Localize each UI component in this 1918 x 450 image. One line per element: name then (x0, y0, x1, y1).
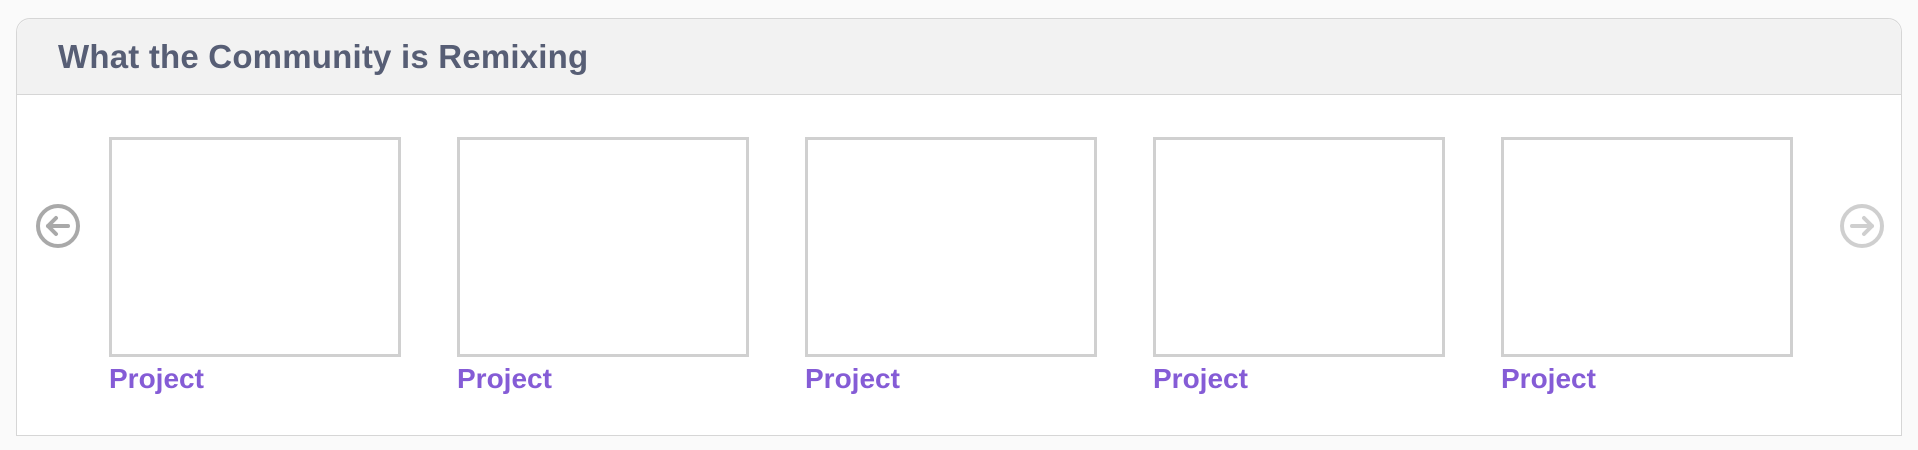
project-title-link[interactable]: Project (457, 363, 552, 395)
project-title-link[interactable]: Project (109, 363, 204, 395)
project-thumbnail[interactable] (1501, 137, 1793, 357)
carousel-next-button[interactable] (1839, 203, 1885, 249)
project-thumbnail[interactable] (109, 137, 401, 357)
project-title-link[interactable]: Project (805, 363, 900, 395)
project-tile[interactable]: Project (109, 137, 401, 395)
arrow-left-circle-icon (36, 204, 80, 248)
project-title-link[interactable]: Project (1153, 363, 1248, 395)
project-title-link[interactable]: Project (1501, 363, 1596, 395)
carousel-prev-button[interactable] (35, 203, 81, 249)
project-thumbnail[interactable] (457, 137, 749, 357)
project-tile[interactable]: Project (1501, 137, 1793, 395)
project-tile[interactable]: Project (457, 137, 749, 395)
section-title: What the Community is Remixing (58, 37, 589, 75)
section-header: What the Community is Remixing (17, 19, 1901, 95)
remix-section: What the Community is Remixing Project P… (16, 18, 1902, 436)
project-thumbnail[interactable] (805, 137, 1097, 357)
project-thumbnail[interactable] (1153, 137, 1445, 357)
project-tile[interactable]: Project (1153, 137, 1445, 395)
arrow-right-circle-icon (1840, 204, 1884, 248)
project-tile[interactable]: Project (805, 137, 1097, 395)
